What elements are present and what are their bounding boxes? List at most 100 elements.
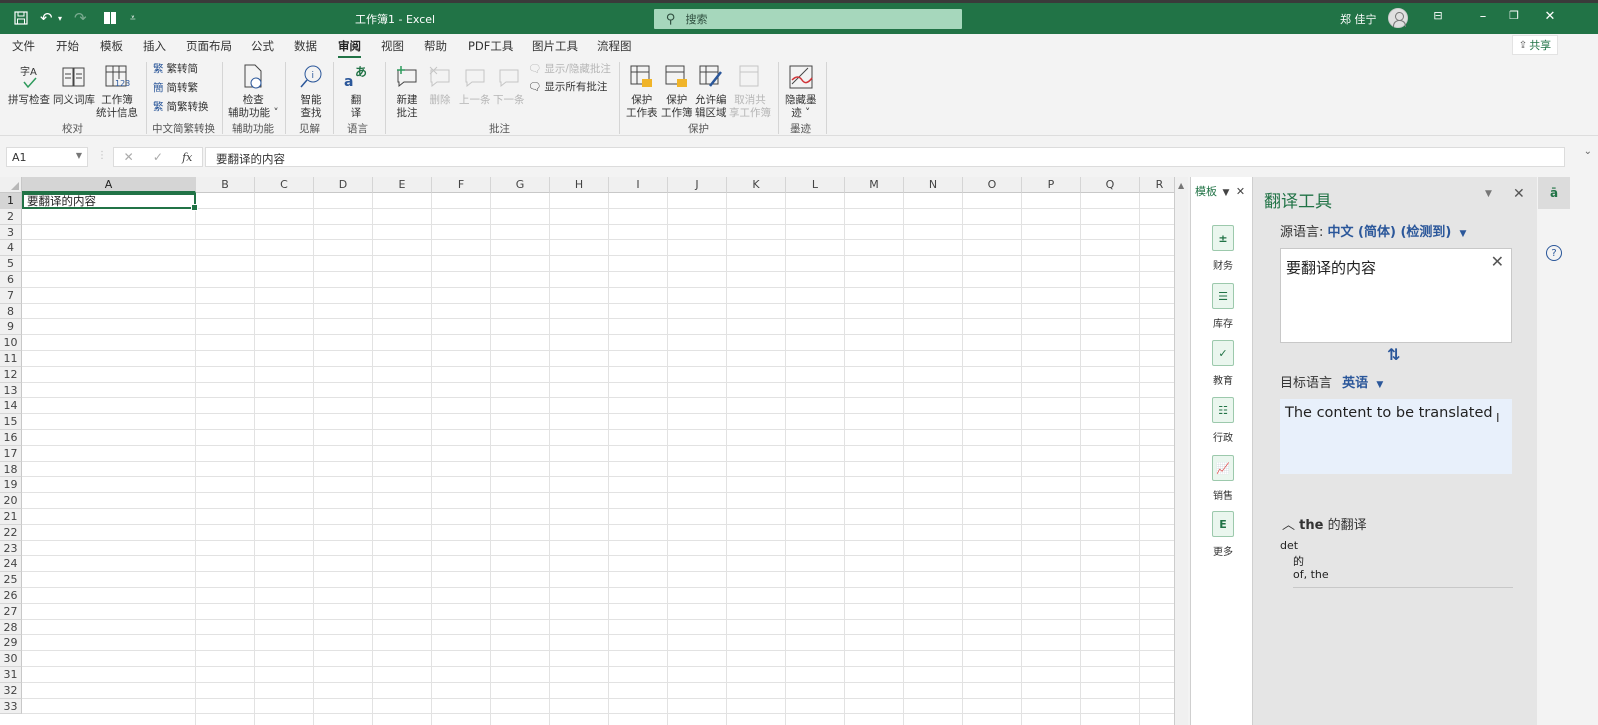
row-header-13[interactable]: 13: [0, 382, 22, 399]
source-text-input[interactable]: 要翻译的内容 ✕: [1280, 248, 1512, 343]
row-header-27[interactable]: 27: [0, 603, 22, 620]
templates-close-icon[interactable]: ✕: [1236, 185, 1245, 198]
column-header-O[interactable]: O: [963, 177, 1022, 193]
protect-sheet-button[interactable]: 保护 工作表: [626, 62, 658, 120]
translate-button[interactable]: aあ 翻 译: [341, 62, 371, 120]
templates-menu-icon[interactable]: ▼: [1223, 188, 1230, 198]
cell-a1[interactable]: 要翻译的内容: [22, 193, 198, 211]
tab-home[interactable]: 开始: [56, 38, 79, 54]
row-header-20[interactable]: 20: [0, 493, 22, 509]
tab-picture-tools[interactable]: 图片工具: [532, 38, 578, 54]
row-header-5[interactable]: 5: [0, 256, 22, 272]
column-header-M[interactable]: M: [845, 177, 904, 193]
row-header-30[interactable]: 30: [0, 651, 22, 667]
tab-view[interactable]: 视图: [381, 38, 404, 54]
show-hide-comment-button[interactable]: 🗨 显示/隐藏批注: [528, 61, 611, 76]
avatar[interactable]: [1388, 8, 1408, 28]
next-comment-button[interactable]: 下一条: [493, 62, 525, 107]
scroll-up-icon[interactable]: ▲: [1178, 181, 1184, 190]
restore-icon[interactable]: ❐: [1504, 9, 1524, 22]
row-header-14[interactable]: 14: [0, 398, 22, 415]
smart-lookup-button[interactable]: i 智能 查找: [296, 62, 326, 120]
tab-review[interactable]: 审阅: [338, 38, 361, 59]
row-header-10[interactable]: 10: [0, 335, 22, 351]
undo-icon[interactable]: ↶: [40, 7, 53, 29]
trad-to-simp-button[interactable]: 繁繁转简: [153, 61, 198, 76]
tab-formulas[interactable]: 公式: [251, 38, 274, 54]
source-language-dropdown[interactable]: 中文 (简体) (检测到): [1328, 225, 1452, 240]
thesaurus-button[interactable]: 同义词库: [53, 62, 95, 107]
translator-rail-icon[interactable]: ā: [1538, 177, 1570, 209]
column-header-B[interactable]: B: [196, 177, 255, 193]
row-header-32[interactable]: 32: [0, 682, 22, 699]
column-header-F[interactable]: F: [432, 177, 491, 193]
row-header-24[interactable]: 24: [0, 556, 22, 573]
target-language-dropdown[interactable]: 英语: [1342, 376, 1368, 391]
row-header-19[interactable]: 19: [0, 477, 22, 494]
spell-check-button[interactable]: 字A 拼写检查: [8, 62, 50, 107]
row-header-18[interactable]: 18: [0, 461, 22, 478]
row-header-11[interactable]: 11: [0, 351, 22, 367]
row-header-31[interactable]: 31: [0, 667, 22, 683]
ribbon-display-icon[interactable]: ⊟: [1428, 9, 1448, 22]
row-header-1[interactable]: 1: [0, 193, 22, 209]
show-all-comments-button[interactable]: 🗨 显示所有批注: [528, 79, 607, 94]
quick-access-icon[interactable]: [104, 7, 116, 29]
row-header-6[interactable]: 6: [0, 272, 22, 288]
row-header-3[interactable]: 3: [0, 224, 22, 241]
simp-to-trad-button[interactable]: 簡简转繁: [153, 80, 198, 95]
template-education[interactable]: ✓ 教育: [1203, 340, 1243, 387]
chevron-down-icon[interactable]: ▼: [1460, 229, 1467, 239]
translation-output[interactable]: The content to be translated I: [1280, 399, 1512, 474]
customize-toolbar-icon[interactable]: ⩡: [130, 7, 136, 29]
undo-dropdown-icon[interactable]: ▾: [58, 7, 62, 29]
row-header-26[interactable]: 26: [0, 588, 22, 604]
help-icon[interactable]: ?: [1546, 245, 1562, 261]
new-comment-button[interactable]: 新建 批注: [392, 62, 422, 120]
tab-file[interactable]: 文件: [12, 38, 35, 54]
tab-insert[interactable]: 插入: [143, 38, 166, 54]
pane-close-icon[interactable]: ✕: [1513, 186, 1525, 202]
tab-pdf-tools[interactable]: PDF工具: [468, 38, 513, 54]
tab-flowchart[interactable]: 流程图: [597, 38, 632, 54]
tab-data[interactable]: 数据: [294, 38, 317, 54]
delete-comment-button[interactable]: 删除: [425, 62, 455, 107]
row-header-25[interactable]: 25: [0, 572, 22, 588]
column-header-R[interactable]: R: [1140, 177, 1175, 193]
row-header-21[interactable]: 21: [0, 509, 22, 525]
clear-icon[interactable]: ✕: [1491, 252, 1504, 271]
column-header-D[interactable]: D: [314, 177, 373, 193]
minimize-icon[interactable]: –: [1473, 9, 1493, 24]
unshare-workbook-button[interactable]: 取消共 享工作簿: [729, 62, 771, 120]
column-header-L[interactable]: L: [786, 177, 845, 193]
swap-languages-icon[interactable]: ⇅: [1387, 345, 1400, 364]
user-name[interactable]: 郑 佳宁: [1340, 11, 1377, 27]
row-header-16[interactable]: 16: [0, 430, 22, 446]
cancel-icon[interactable]: ✕: [124, 150, 134, 164]
tab-help[interactable]: 帮助: [424, 38, 447, 54]
close-icon[interactable]: ✕: [1540, 9, 1560, 24]
tab-templates[interactable]: 模板: [100, 38, 123, 54]
enter-icon[interactable]: ✓: [153, 150, 163, 164]
search-box[interactable]: ⚲ 搜索: [654, 9, 962, 29]
row-header-17[interactable]: 17: [0, 445, 22, 462]
row-header-28[interactable]: 28: [0, 619, 22, 636]
row-header-23[interactable]: 23: [0, 540, 22, 557]
row-header-8[interactable]: 8: [0, 303, 22, 320]
tab-page-layout[interactable]: 页面布局: [186, 38, 232, 54]
redo-icon[interactable]: ↷: [74, 7, 87, 29]
row-header-22[interactable]: 22: [0, 524, 22, 541]
column-header-C[interactable]: C: [255, 177, 314, 193]
template-finance[interactable]: ± 财务: [1203, 225, 1243, 272]
formula-input[interactable]: 要翻译的内容: [205, 147, 1565, 167]
hide-ink-button[interactable]: 隐藏墨 迹 ˅: [785, 62, 817, 120]
row-header-29[interactable]: 29: [0, 635, 22, 652]
column-header-H[interactable]: H: [550, 177, 609, 193]
row-header-7[interactable]: 7: [0, 287, 22, 304]
column-header-A[interactable]: A: [22, 177, 196, 193]
row-header-15[interactable]: 15: [0, 414, 22, 430]
prev-comment-button[interactable]: 上一条: [459, 62, 491, 107]
insert-function-icon[interactable]: fx: [182, 151, 192, 164]
column-header-E[interactable]: E: [373, 177, 432, 193]
allow-edit-ranges-button[interactable]: 允许编 辑区域: [695, 62, 727, 120]
